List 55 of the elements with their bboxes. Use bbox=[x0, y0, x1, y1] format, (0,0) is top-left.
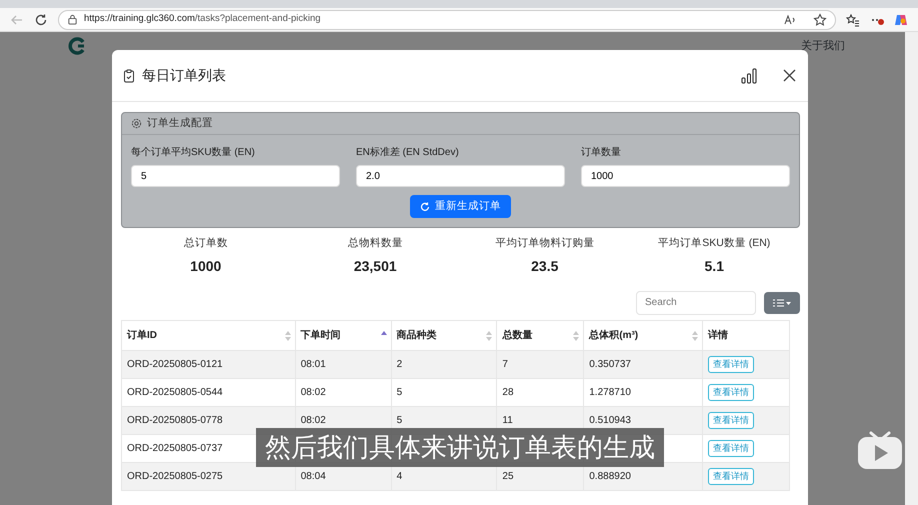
list-icon bbox=[773, 298, 791, 307]
copilot-icon[interactable] bbox=[894, 12, 908, 26]
gear-icon bbox=[131, 118, 142, 129]
address-bar[interactable]: https://training.glc360.com/tasks?placement-and-picking bbox=[58, 10, 836, 30]
stat-label: 平均订单SKU数量 (EN) bbox=[657, 236, 772, 251]
table-cell: 1.278710 bbox=[584, 378, 703, 406]
stat-value: 23.5 bbox=[530, 256, 560, 276]
field-label: EN标准差 (EN StdDev) bbox=[356, 146, 460, 160]
stat-value: 23,501 bbox=[352, 256, 398, 276]
table-cell: 0.350737 bbox=[584, 350, 703, 378]
nav-link-text[interactable]: 关于我们 bbox=[801, 38, 845, 54]
field-label: 每个订单平均SKU数量 (EN) bbox=[131, 146, 256, 160]
table-cell: 08:02 bbox=[295, 378, 392, 406]
search-field[interactable]: Search bbox=[636, 290, 756, 315]
close-icon[interactable] bbox=[783, 69, 796, 82]
video-subtitle: 然后我们具体来讲说订单表的生成 bbox=[256, 428, 664, 467]
table-cell: 2 bbox=[391, 350, 497, 378]
input-field[interactable]: 5 bbox=[131, 165, 340, 187]
input-field[interactable]: 2.0 bbox=[356, 165, 565, 187]
stat-label: 总订单数 bbox=[182, 236, 229, 251]
read-aloud-icon[interactable] bbox=[783, 12, 797, 26]
table-cell: 08:01 bbox=[295, 350, 392, 378]
input-field[interactable]: 1000 bbox=[581, 165, 790, 187]
columns-dropdown-button[interactable] bbox=[764, 292, 800, 314]
table-cell: 5 bbox=[391, 378, 497, 406]
url-text: https://training.glc360.com/tasks?placement-and-picking bbox=[84, 12, 321, 26]
column-header[interactable]: 商品种类 bbox=[391, 320, 497, 350]
field-label: 订单数量 bbox=[581, 146, 622, 160]
column-header[interactable]: 详情 bbox=[702, 320, 790, 350]
column-header[interactable]: 下单时间 bbox=[295, 320, 392, 350]
scrollbar[interactable] bbox=[905, 32, 918, 505]
stat-label: 平均订单物料订购量 bbox=[494, 236, 596, 251]
regenerate-button[interactable]: 重新生成订单 bbox=[410, 195, 511, 218]
logo-icon bbox=[68, 37, 86, 55]
bar-chart-icon[interactable] bbox=[741, 68, 757, 84]
modal-title: 每日订单列表 bbox=[142, 66, 226, 85]
lock-icon[interactable] bbox=[67, 14, 78, 25]
table-cell: 7 bbox=[496, 350, 584, 378]
table-cell: ORD-20250805-0121 bbox=[122, 350, 296, 378]
column-header[interactable]: 订单ID bbox=[122, 320, 296, 350]
column-header[interactable]: 总体积(m³) bbox=[584, 320, 703, 350]
refresh-icon bbox=[420, 202, 430, 212]
table-cell: ORD-20250805-0544 bbox=[122, 378, 296, 406]
favorites-icon[interactable] bbox=[846, 12, 860, 26]
reload-icon[interactable] bbox=[34, 12, 48, 26]
table-cell: ORD-20250805-0778 bbox=[122, 406, 296, 434]
clipboard-icon bbox=[122, 68, 136, 82]
star-icon[interactable] bbox=[813, 12, 827, 26]
stat-value: 1000 bbox=[189, 256, 222, 276]
stat-value: 5.1 bbox=[704, 256, 725, 276]
table-cell: ORD-20250805-0275 bbox=[122, 462, 296, 490]
panel-title: 订单生成配置 bbox=[147, 116, 213, 131]
column-header[interactable]: 总数量 bbox=[496, 320, 584, 350]
stat-label: 总物料数量 bbox=[346, 236, 404, 251]
table-cell: 28 bbox=[496, 378, 584, 406]
